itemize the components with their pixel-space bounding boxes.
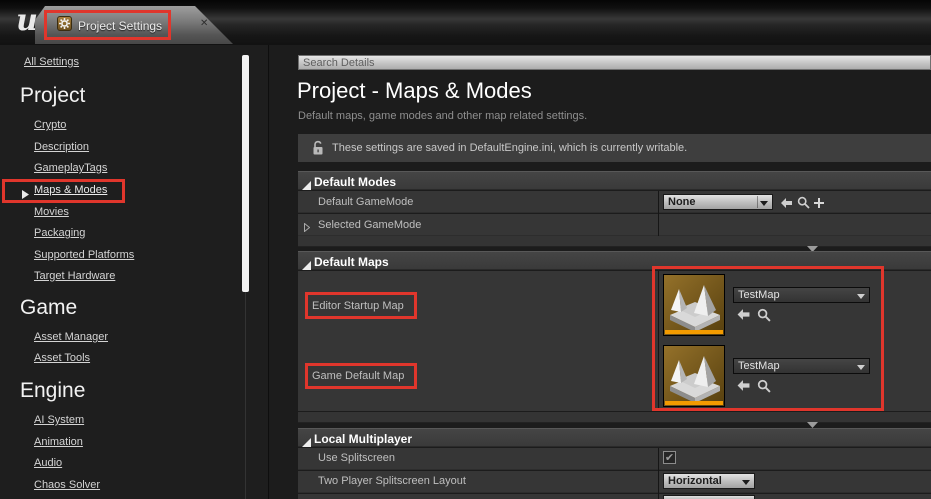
default-gamemode-label: Default GameMode — [318, 196, 414, 208]
page-title: Project - Maps & Modes — [297, 78, 532, 103]
sidebar-item-asset-manager[interactable]: Asset Manager — [34, 331, 108, 343]
game-default-map-value: TestMap — [738, 360, 780, 372]
two-player-splitscreen-label: Two Player Splitscreen Layout — [318, 475, 466, 487]
project-settings-window: u Project Settings ✕ All Settings Projec… — [0, 0, 931, 499]
section-title: Local Multiplayer — [314, 432, 413, 446]
sidebar-item-target-hardware[interactable]: Target Hardware — [34, 270, 115, 282]
check-icon: ✔ — [664, 451, 675, 464]
use-splitscreen-checkbox[interactable]: ✔ — [663, 451, 676, 464]
partial-dropdown[interactable] — [663, 495, 755, 499]
page-subtitle: Default maps, game modes and other map r… — [298, 110, 588, 122]
game-default-map-label: Game Default Map — [312, 370, 405, 382]
sidebar-item-crypto[interactable]: Crypto — [34, 119, 66, 131]
use-splitscreen-label: Use Splitscreen — [318, 452, 396, 464]
column-divider — [658, 271, 659, 411]
sidebar-section-game: Game — [20, 296, 78, 319]
sidebar-item-audio[interactable]: Audio — [34, 457, 62, 469]
game-default-map-thumbnail[interactable] — [663, 345, 725, 407]
sidebar-item-chaos-solver[interactable]: Chaos Solver — [34, 479, 100, 491]
editor-startup-map-thumbnail[interactable] — [663, 274, 725, 336]
sidebar-item-ai-system[interactable]: AI System — [34, 414, 84, 426]
sidebar-item-asset-tools[interactable]: Asset Tools — [34, 352, 90, 364]
browse-magnifier-icon[interactable] — [757, 308, 771, 327]
game-default-map-dropdown[interactable]: TestMap — [733, 358, 870, 374]
unlocked-padlock-icon — [311, 140, 325, 161]
chevron-down-icon — [857, 294, 865, 299]
chevron-down-icon — [857, 365, 865, 370]
section-header-local-multiplayer[interactable]: Local Multiplayer — [298, 428, 931, 447]
section-header-default-modes[interactable]: Default Modes — [298, 171, 931, 190]
default-gamemode-value: None — [668, 196, 696, 208]
sidebar-item-maps-and-modes[interactable]: Maps & Modes — [34, 184, 107, 196]
sidebar-scrollbar[interactable] — [242, 55, 249, 292]
editor-startup-map-dropdown[interactable]: TestMap — [733, 287, 870, 303]
config-notice-text: These settings are saved in DefaultEngin… — [332, 142, 688, 154]
tab-label: Project Settings — [78, 19, 163, 33]
chevron-down-icon — [742, 480, 750, 485]
sidebar-item-packaging[interactable]: Packaging — [34, 227, 85, 239]
two-player-splitscreen-value: Horizontal — [668, 475, 722, 487]
search-details-input[interactable] — [298, 55, 931, 70]
browse-magnifier-icon[interactable] — [797, 196, 810, 214]
default-gamemode-dropdown[interactable]: None — [663, 194, 773, 210]
sidebar-item-description[interactable]: Description — [34, 141, 89, 153]
selected-item-arrow-icon — [22, 186, 29, 204]
use-selected-asset-arrow-icon[interactable] — [736, 379, 751, 397]
sidebar-item-supported-platforms[interactable]: Supported Platforms — [34, 249, 134, 261]
sidebar-section-project: Project — [20, 84, 86, 107]
editor-startup-map-label: Editor Startup Map — [312, 300, 404, 312]
editor-startup-map-value: TestMap — [738, 289, 780, 301]
browse-magnifier-icon[interactable] — [757, 379, 771, 398]
advanced-expander-default-maps[interactable] — [298, 412, 931, 428]
column-divider — [658, 448, 659, 499]
sidebar-all-settings-link[interactable]: All Settings — [24, 56, 79, 68]
advanced-expander-default-modes[interactable] — [298, 236, 931, 252]
dropdown-separator — [757, 196, 758, 208]
add-new-plus-icon[interactable] — [813, 196, 825, 214]
column-divider — [658, 191, 659, 236]
section-header-default-maps[interactable]: Default Maps — [298, 251, 931, 270]
chevron-down-icon — [760, 201, 768, 206]
two-player-splitscreen-dropdown[interactable]: Horizontal — [663, 473, 755, 489]
sidebar-item-movies[interactable]: Movies — [34, 206, 69, 218]
section-title: Default Maps — [314, 255, 389, 269]
sidebar-item-animation[interactable]: Animation — [34, 436, 83, 448]
sidebar-scrollbar-track — [245, 292, 246, 499]
use-selected-asset-arrow-icon[interactable] — [736, 308, 751, 326]
section-title: Default Modes — [314, 175, 397, 189]
tab-close-icon[interactable]: ✕ — [200, 18, 208, 29]
row-partial — [298, 494, 931, 499]
project-settings-gear-icon — [57, 16, 72, 31]
selected-gamemode-label: Selected GameMode — [318, 219, 422, 231]
expand-arrow-icon[interactable] — [304, 219, 311, 237]
use-selected-asset-arrow-icon[interactable] — [780, 196, 793, 214]
sidebar-item-gameplaytags[interactable]: GameplayTags — [34, 162, 107, 174]
sidebar-section-engine: Engine — [20, 379, 86, 402]
